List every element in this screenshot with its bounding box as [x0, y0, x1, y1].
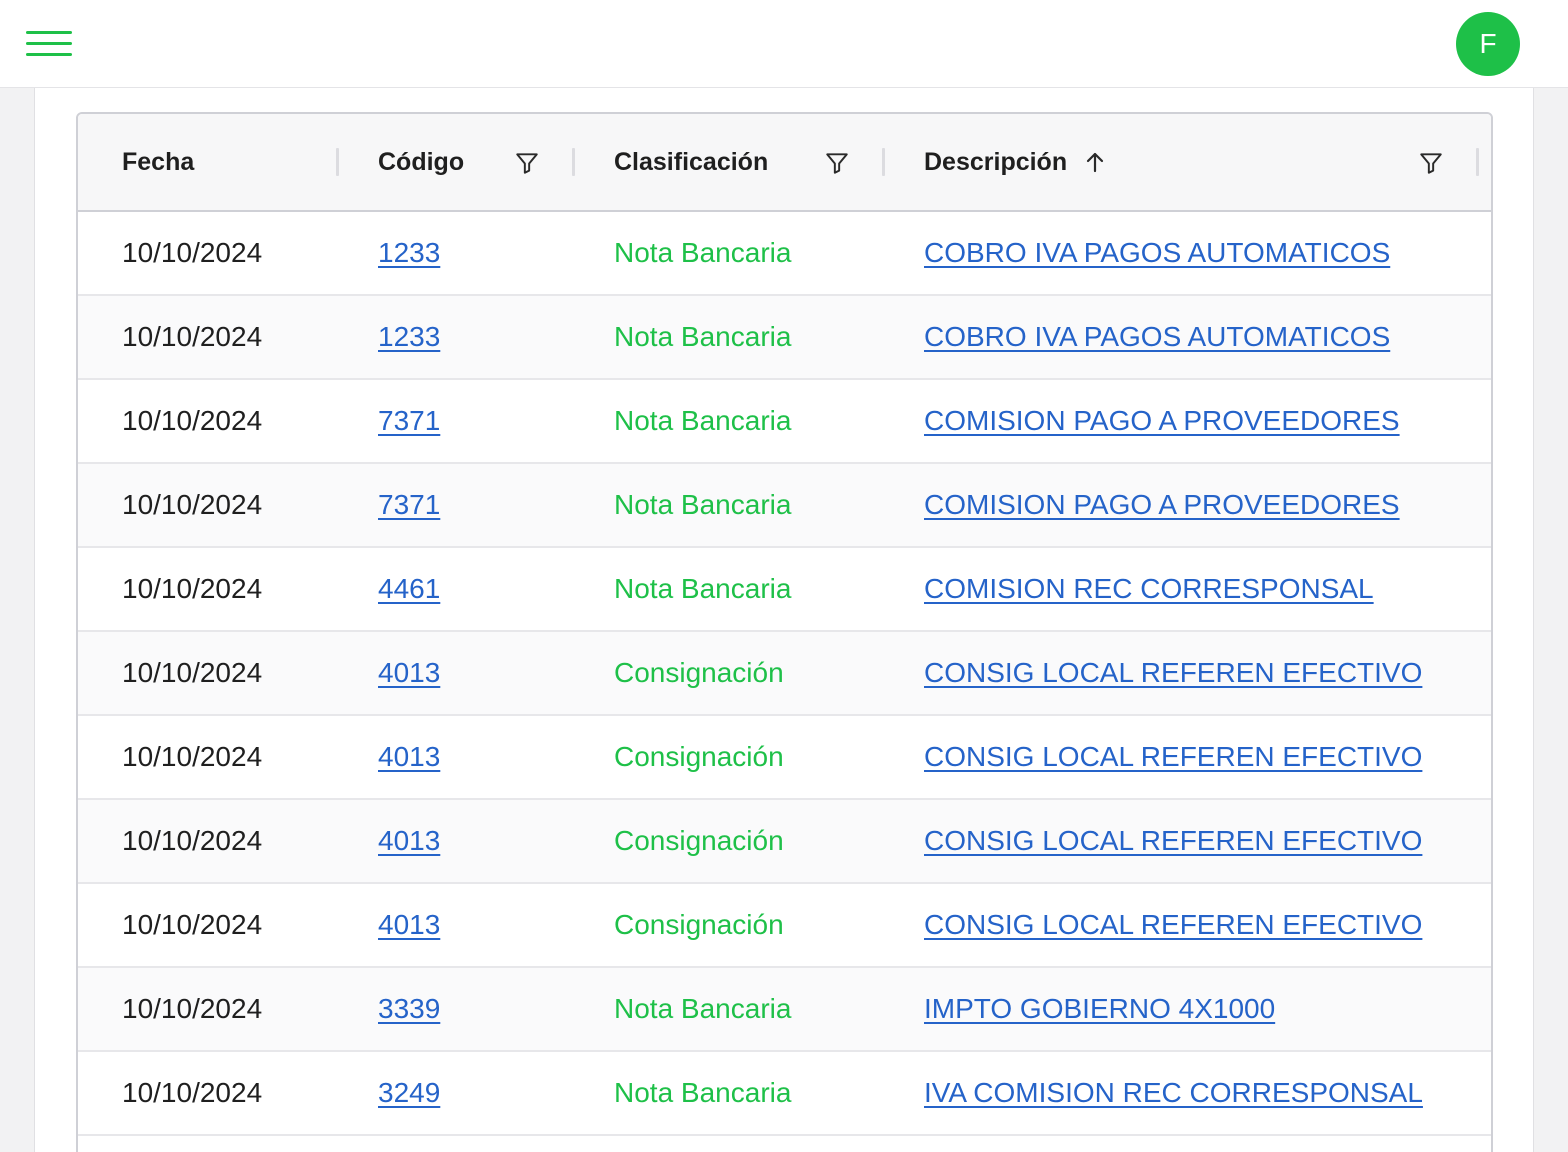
descripcion-link[interactable]: CONSIG LOCAL REFEREN EFECTIVO	[924, 741, 1422, 773]
clasificacion-cell: Nota Bancaria	[614, 573, 792, 604]
descripcion-link[interactable]: COMISION PAGO A PROVEEDORES	[924, 489, 1400, 521]
codigo-link[interactable]: 3339	[378, 993, 440, 1025]
hamburger-menu-icon[interactable]	[24, 28, 74, 60]
fecha-cell: 10/10/2024	[122, 321, 263, 352]
menu-line	[26, 42, 72, 45]
fecha-cell: 10/10/2024	[122, 657, 263, 688]
fecha-cell: 10/10/2024	[122, 909, 263, 940]
table-row[interactable]: 10/10/2024 1233 Nota Bancaria COBRO IVA …	[78, 212, 1491, 296]
codigo-link[interactable]: 7371	[378, 489, 440, 521]
clasificacion-cell: Nota Bancaria	[614, 1077, 792, 1108]
table-row[interactable]: 10/10/2024 4013 Consignación CONSIG LOCA…	[78, 884, 1491, 968]
codigo-link[interactable]: 3249	[378, 1077, 440, 1109]
filter-icon[interactable]	[824, 150, 850, 176]
user-avatar[interactable]: F	[1456, 12, 1520, 76]
descripcion-link[interactable]: COBRO IVA PAGOS AUTOMATICOS	[924, 321, 1390, 353]
clasificacion-cell: Nota Bancaria	[614, 237, 792, 268]
fecha-cell: 10/10/2024	[122, 489, 263, 520]
table-row[interactable]: 10/10/2024 7371 Nota Bancaria COMISION P…	[78, 464, 1491, 548]
menu-line	[26, 53, 72, 56]
column-resize-handle[interactable]	[1476, 148, 1479, 176]
fecha-cell: 10/10/2024	[122, 573, 263, 604]
filter-icon[interactable]	[514, 150, 540, 176]
codigo-link[interactable]: 1233	[378, 321, 440, 353]
transactions-table: Fecha Código Clasificación Descripción 1…	[76, 112, 1493, 1152]
column-header-clasificacion[interactable]: Clasificación	[614, 114, 768, 210]
top-bar: F	[0, 0, 1568, 88]
codigo-link[interactable]: 4013	[378, 825, 440, 857]
fecha-cell: 10/10/2024	[122, 741, 263, 772]
clasificacion-cell: Consignación	[614, 657, 784, 688]
filter-icon[interactable]	[1418, 150, 1444, 176]
column-header-codigo[interactable]: Código	[378, 114, 464, 210]
descripcion-link[interactable]: CONSIG LOCAL REFEREN EFECTIVO	[924, 657, 1422, 689]
codigo-link[interactable]: 4461	[378, 573, 440, 605]
menu-line	[26, 31, 72, 34]
clasificacion-cell: Nota Bancaria	[614, 405, 792, 436]
table-header: Fecha Código Clasificación Descripción	[78, 114, 1491, 212]
column-resize-handle[interactable]	[336, 148, 339, 176]
fecha-cell: 10/10/2024	[122, 237, 263, 268]
clasificacion-cell: Consignación	[614, 741, 784, 772]
table-row[interactable]: 10/10/2024 3249 Nota Bancaria IVA COMISI…	[78, 1052, 1491, 1136]
table-row[interactable]: 10/10/2024 3339 Nota Bancaria IMPTO GOBI…	[78, 968, 1491, 1052]
fecha-cell: 10/10/2024	[122, 825, 263, 856]
descripcion-link[interactable]: COBRO IVA PAGOS AUTOMATICOS	[924, 237, 1390, 269]
codigo-link[interactable]: 7371	[378, 405, 440, 437]
descripcion-link[interactable]: IVA COMISION REC CORRESPONSAL	[924, 1077, 1423, 1109]
column-header-fecha[interactable]: Fecha	[122, 114, 194, 210]
column-resize-handle[interactable]	[882, 148, 885, 176]
codigo-link[interactable]: 4013	[378, 909, 440, 941]
clasificacion-cell: Nota Bancaria	[614, 489, 792, 520]
column-header-descripcion[interactable]: Descripción	[924, 114, 1107, 210]
clasificacion-cell: Consignación	[614, 825, 784, 856]
descripcion-link[interactable]: CONSIG LOCAL REFEREN EFECTIVO	[924, 909, 1422, 941]
descripcion-link[interactable]: COMISION REC CORRESPONSAL	[924, 573, 1374, 605]
table-row[interactable]: 10/10/2024 7371 Nota Bancaria COMISION P…	[78, 380, 1491, 464]
descripcion-link[interactable]: IMPTO GOBIERNO 4X1000	[924, 993, 1275, 1025]
table-row[interactable]: 10/10/2024 4013 Consignación CONSIG LOCA…	[78, 716, 1491, 800]
sort-ascending-arrow-icon[interactable]	[1083, 150, 1107, 174]
clasificacion-cell: Nota Bancaria	[614, 993, 792, 1024]
table-row[interactable]: 10/10/2024 4461 Nota Bancaria COMISION R…	[78, 548, 1491, 632]
clasificacion-cell: Nota Bancaria	[614, 321, 792, 352]
table-row[interactable]: 10/10/2024 4013 Consignación CONSIG LOCA…	[78, 632, 1491, 716]
descripcion-link[interactable]: COMISION PAGO A PROVEEDORES	[924, 405, 1400, 437]
codigo-link[interactable]: 1233	[378, 237, 440, 269]
descripcion-link[interactable]: CONSIG LOCAL REFEREN EFECTIVO	[924, 825, 1422, 857]
table-body: 10/10/2024 1233 Nota Bancaria COBRO IVA …	[78, 212, 1491, 1136]
table-row[interactable]: 10/10/2024 4013 Consignación CONSIG LOCA…	[78, 800, 1491, 884]
fecha-cell: 10/10/2024	[122, 1077, 263, 1108]
fecha-cell: 10/10/2024	[122, 405, 263, 436]
main-content: Fecha Código Clasificación Descripción 1…	[34, 88, 1534, 1152]
clasificacion-cell: Consignación	[614, 909, 784, 940]
table-row[interactable]: 10/10/2024 1233 Nota Bancaria COBRO IVA …	[78, 296, 1491, 380]
codigo-link[interactable]: 4013	[378, 741, 440, 773]
codigo-link[interactable]: 4013	[378, 657, 440, 689]
column-resize-handle[interactable]	[572, 148, 575, 176]
fecha-cell: 10/10/2024	[122, 993, 263, 1024]
